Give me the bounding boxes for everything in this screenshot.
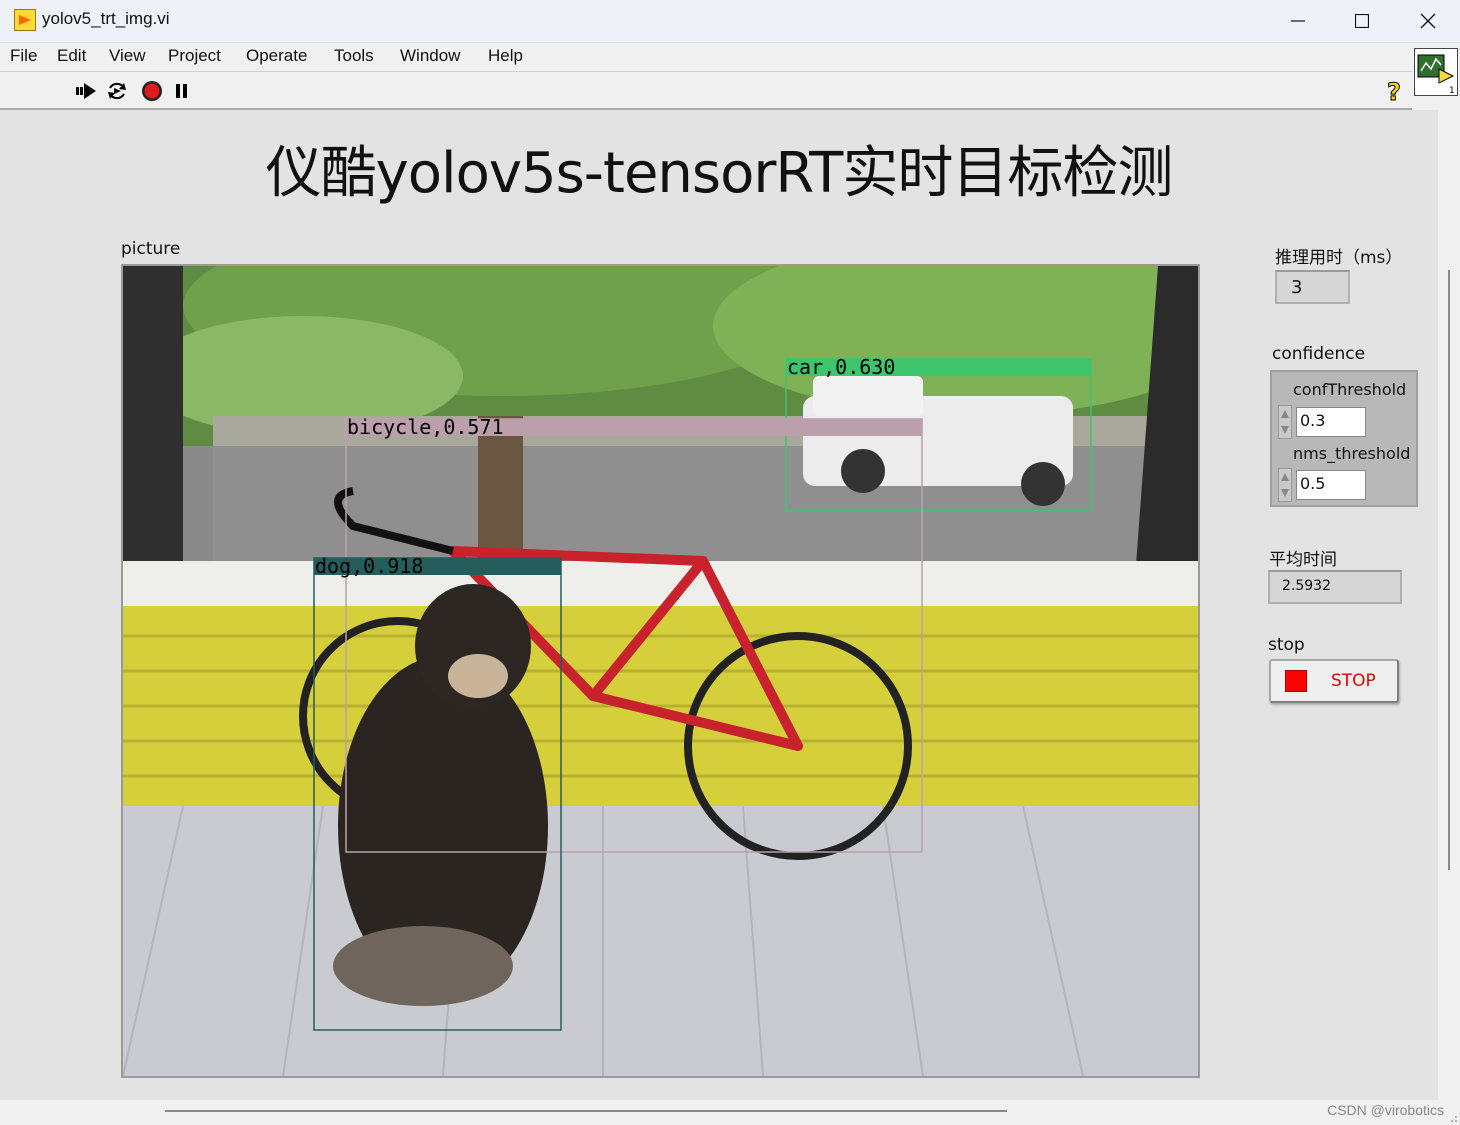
conf-threshold-input[interactable]: 0.3 — [1296, 407, 1366, 437]
stop-button-text: STOP — [1331, 671, 1376, 691]
menu-bar: File Edit View Project Operate Tools Win… — [0, 43, 1412, 72]
help-icon[interactable]: ? — [1384, 78, 1406, 107]
menu-window[interactable]: Window — [400, 46, 460, 66]
toolbar: ? — [0, 72, 1412, 110]
nms-threshold-input[interactable]: 0.5 — [1296, 470, 1366, 500]
vi-connector-icon[interactable]: 1 — [1414, 48, 1458, 96]
svg-text:?: ? — [1387, 78, 1401, 104]
average-time-value: 2.5932 — [1282, 578, 1331, 594]
inference-time-value: 3 — [1291, 277, 1303, 298]
close-icon — [1420, 13, 1436, 29]
run-continuously-icon[interactable] — [106, 80, 128, 102]
horizontal-scrollbar[interactable]: CSDN @virobotics — [0, 1100, 1460, 1125]
vertical-scroll-thumb[interactable] — [1448, 270, 1450, 870]
detection-image — [123, 266, 1198, 1076]
svg-text:1: 1 — [1449, 86, 1455, 95]
conf-threshold-label: confThreshold — [1293, 380, 1407, 399]
stop-label: stop — [1268, 635, 1305, 655]
detection-label-dog: dog,0.918 — [315, 554, 424, 578]
confidence-cluster: confThreshold 0.3 nms_threshold 0.5 — [1270, 370, 1418, 507]
minimize-button[interactable] — [1266, 0, 1330, 42]
menu-view[interactable]: View — [109, 46, 146, 66]
window-titlebar: yolov5_trt_img.vi — [0, 0, 1460, 43]
menu-file[interactable]: File — [10, 46, 37, 66]
pause-icon[interactable] — [174, 80, 196, 102]
menu-edit[interactable]: Edit — [57, 46, 86, 66]
minimize-icon — [1291, 20, 1305, 22]
menu-operate[interactable]: Operate — [246, 46, 307, 66]
vertical-scrollbar[interactable] — [1438, 110, 1460, 1100]
maximize-icon — [1355, 14, 1369, 28]
average-time-label: 平均时间 — [1269, 550, 1337, 570]
conf-threshold-spinner[interactable] — [1278, 405, 1292, 439]
abort-icon[interactable] — [141, 80, 163, 102]
nms-threshold-spinner[interactable] — [1278, 468, 1292, 502]
stop-button[interactable]: STOP — [1269, 659, 1399, 703]
labview-vi-icon — [14, 9, 36, 31]
menu-project[interactable]: Project — [168, 46, 221, 66]
inference-time-label: 推理用时（ms） — [1275, 248, 1403, 268]
window-title: yolov5_trt_img.vi — [42, 9, 170, 28]
menu-help[interactable]: Help — [488, 46, 523, 66]
horizontal-scroll-thumb[interactable] — [165, 1110, 1007, 1112]
stop-led-icon — [1285, 670, 1307, 692]
panel-title: 仪酷yolov5s-tensorRT实时目标检测 — [265, 141, 1174, 206]
resize-grip-icon[interactable] — [1448, 1113, 1458, 1123]
average-time-indicator: 2.5932 — [1268, 570, 1402, 604]
run-arrow-icon[interactable] — [74, 80, 96, 102]
confidence-label: confidence — [1272, 344, 1366, 364]
maximize-button[interactable] — [1330, 0, 1394, 42]
picture-indicator: car,0.630 bicycle,0.571 dog,0.918 — [121, 264, 1200, 1078]
close-button[interactable] — [1396, 0, 1460, 42]
watermark: CSDN @virobotics — [1327, 1102, 1444, 1118]
spinner-arrows-icon — [1281, 473, 1289, 497]
menu-tools[interactable]: Tools — [334, 46, 374, 66]
detection-label-car: car,0.630 — [787, 355, 896, 379]
detection-label-bicycle: bicycle,0.571 — [347, 415, 504, 439]
inference-time-indicator: 3 — [1275, 270, 1350, 304]
picture-label: picture — [121, 239, 181, 259]
spinner-arrows-icon — [1281, 410, 1289, 434]
nms-threshold-label: nms_threshold — [1293, 444, 1411, 463]
